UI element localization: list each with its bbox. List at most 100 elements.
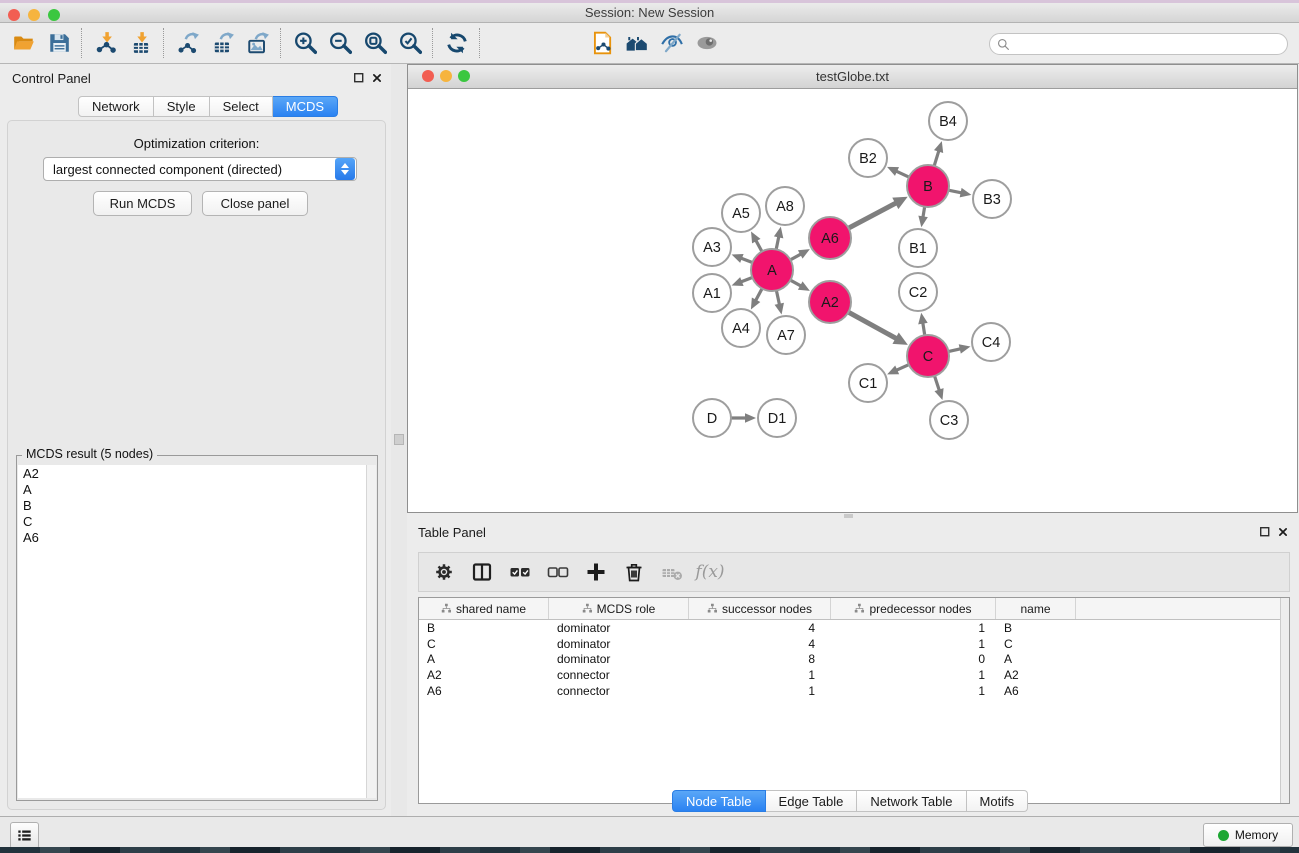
tab-network[interactable]: Network bbox=[78, 96, 154, 117]
split-handle-icon[interactable] bbox=[844, 514, 853, 518]
network-title: testGlobe.txt bbox=[408, 69, 1297, 84]
table-cell: B bbox=[996, 621, 1076, 635]
open-folder-button[interactable] bbox=[6, 26, 41, 60]
zoom-fit-button[interactable] bbox=[357, 26, 392, 60]
mcds-result-groupbox: MCDS result (5 nodes) A2ABCA6 bbox=[16, 455, 378, 801]
export-image-button[interactable] bbox=[240, 26, 275, 60]
zoom-selected-button[interactable] bbox=[392, 26, 427, 60]
table-row[interactable]: Bdominator41B bbox=[419, 620, 1289, 636]
network-titlebar[interactable]: testGlobe.txt bbox=[408, 65, 1297, 89]
optimization-criterion-select[interactable]: largest connected component (directed) bbox=[43, 157, 357, 181]
table-cell: 1 bbox=[831, 621, 996, 635]
select-stepper-icon bbox=[335, 158, 355, 180]
control-panel: Control Panel NetworkStyleSelectMCDS Opt… bbox=[0, 64, 391, 816]
table-scrollbar[interactable] bbox=[1280, 598, 1289, 803]
column-header-shared-name[interactable]: shared name bbox=[419, 598, 549, 619]
table-cell: dominator bbox=[549, 652, 689, 666]
tab-motifs[interactable]: Motifs bbox=[967, 790, 1029, 812]
split-view-button[interactable] bbox=[463, 556, 501, 588]
select-all-checkboxes-icon bbox=[509, 561, 531, 583]
desktop-strip-bottom bbox=[0, 847, 1299, 853]
tab-select[interactable]: Select bbox=[210, 96, 273, 117]
column-header-name[interactable]: name bbox=[996, 598, 1076, 619]
refresh-icon bbox=[445, 31, 469, 55]
column-header-successor-nodes[interactable]: successor nodes bbox=[689, 598, 831, 619]
table-cell: dominator bbox=[549, 637, 689, 651]
close-panel-icon[interactable] bbox=[1277, 526, 1289, 538]
delete-column-icon bbox=[623, 561, 645, 583]
home-fit-button[interactable] bbox=[619, 26, 654, 60]
result-item[interactable]: A bbox=[18, 481, 366, 497]
result-item[interactable]: B bbox=[18, 497, 366, 513]
tab-style[interactable]: Style bbox=[154, 96, 210, 117]
zoom-out-button[interactable] bbox=[322, 26, 357, 60]
result-item[interactable]: C bbox=[18, 513, 366, 529]
float-panel-icon[interactable] bbox=[353, 72, 365, 84]
tab-mcds[interactable]: MCDS bbox=[273, 96, 338, 117]
graph-edge-A2-C[interactable] bbox=[847, 311, 898, 339]
graph-node-label: A8 bbox=[776, 199, 794, 215]
eye-show-button[interactable] bbox=[689, 26, 724, 60]
import-network-button[interactable] bbox=[88, 26, 123, 60]
search-field[interactable] bbox=[989, 33, 1288, 55]
graph-node-label: A2 bbox=[821, 295, 839, 311]
table-panel-title: Table Panel bbox=[418, 525, 486, 540]
table-row[interactable]: Adominator80A bbox=[419, 651, 1289, 667]
edge-arrowhead-icon bbox=[934, 388, 943, 400]
home-fit-icon bbox=[625, 31, 649, 55]
table-row[interactable]: A6connector11A6 bbox=[419, 683, 1289, 699]
column-header-MCDS-role[interactable]: MCDS role bbox=[549, 598, 689, 619]
graph-node-label: D1 bbox=[768, 411, 787, 427]
zoom-in-button[interactable] bbox=[287, 26, 322, 60]
table-cell: C bbox=[996, 637, 1076, 651]
graph-node-label: D bbox=[707, 411, 717, 427]
list-icon bbox=[16, 827, 33, 844]
table-row[interactable]: Cdominator41C bbox=[419, 636, 1289, 652]
tab-edge-table[interactable]: Edge Table bbox=[766, 790, 858, 812]
graph-edge-A6-B[interactable] bbox=[847, 202, 897, 229]
edge-arrowhead-icon bbox=[934, 141, 943, 153]
eye-hide-button[interactable] bbox=[654, 26, 689, 60]
zoom-selected-icon bbox=[398, 31, 422, 55]
export-table-button[interactable] bbox=[205, 26, 240, 60]
deselect-all-checkboxes-button[interactable] bbox=[539, 556, 577, 588]
memory-button[interactable]: Memory bbox=[1203, 823, 1293, 847]
tab-network-table[interactable]: Network Table bbox=[857, 790, 966, 812]
table-header-row: shared nameMCDS role successor nodes prede… bbox=[419, 598, 1289, 620]
column-label: successor nodes bbox=[722, 602, 812, 616]
run-mcds-button[interactable]: Run MCDS bbox=[93, 191, 192, 216]
search-input[interactable] bbox=[1014, 35, 1287, 53]
refresh-button[interactable] bbox=[439, 26, 474, 60]
split-divider-vertical[interactable] bbox=[391, 64, 407, 816]
toolbar-group bbox=[287, 26, 427, 60]
split-handle-icon[interactable] bbox=[394, 434, 404, 445]
column-header-predecessor-nodes[interactable]: predecessor nodes bbox=[831, 598, 996, 619]
float-panel-icon[interactable] bbox=[1259, 526, 1271, 538]
document-network-button[interactable] bbox=[584, 26, 619, 60]
select-all-checkboxes-button[interactable] bbox=[501, 556, 539, 588]
graph-node-label: B1 bbox=[909, 241, 927, 257]
save-button[interactable] bbox=[41, 26, 76, 60]
result-list-scrollbar[interactable] bbox=[366, 465, 376, 798]
table-body: Bdominator41BCdominator41CAdominator80A A… bbox=[419, 620, 1289, 698]
result-item[interactable]: A6 bbox=[18, 529, 366, 545]
settings-gear-button[interactable] bbox=[425, 556, 463, 588]
tab-node-table[interactable]: Node Table bbox=[672, 790, 766, 812]
delete-column-button[interactable] bbox=[615, 556, 653, 588]
add-column-button[interactable] bbox=[577, 556, 615, 588]
import-table-button[interactable] bbox=[123, 26, 158, 60]
result-item[interactable]: A2 bbox=[18, 465, 366, 481]
table-cell: 1 bbox=[831, 637, 996, 651]
close-panel-button[interactable]: Close panel bbox=[202, 191, 308, 216]
graph-node-label: A4 bbox=[732, 321, 750, 337]
table-cell: 1 bbox=[831, 668, 996, 682]
task-history-button[interactable] bbox=[10, 822, 39, 849]
graph-node-label: C1 bbox=[859, 376, 878, 392]
table-row[interactable]: A2connector11A2 bbox=[419, 667, 1289, 683]
graph-node-label: C4 bbox=[982, 335, 1001, 351]
delete-table-icon bbox=[661, 561, 683, 583]
network-graph[interactable]: AA1A2A3A4A5A6A7A8BB1B2B3B4CC1C2C3C4DD1 bbox=[409, 89, 1296, 512]
export-network-button[interactable] bbox=[170, 26, 205, 60]
table-cell: connector bbox=[549, 668, 689, 682]
close-panel-icon[interactable] bbox=[371, 72, 383, 84]
